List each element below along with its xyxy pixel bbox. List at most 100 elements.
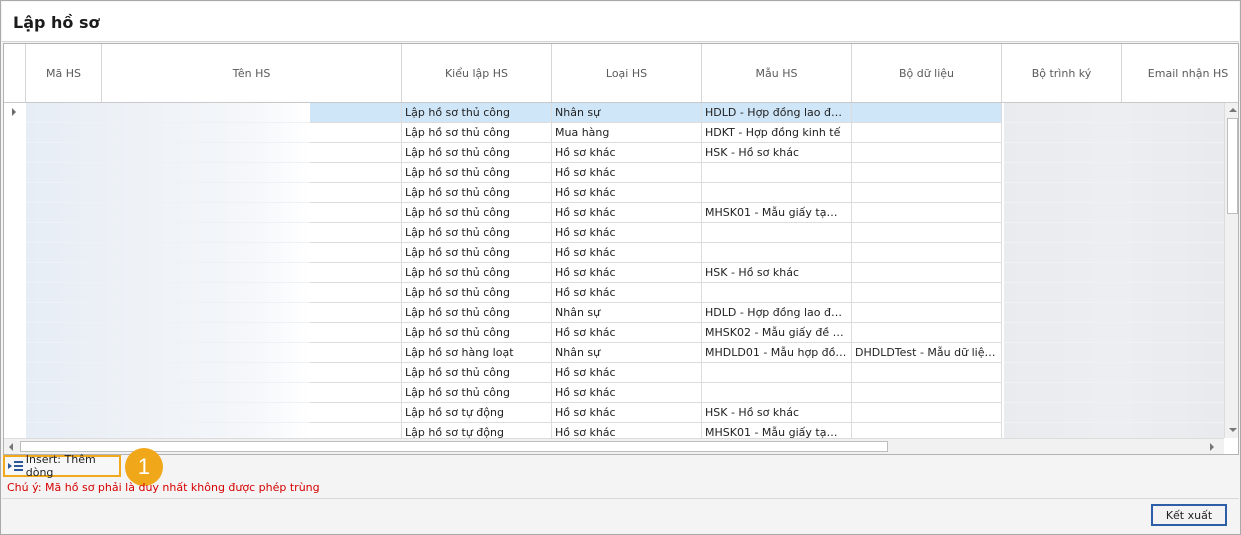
redacted-trinh-ky-email-cell[interactable] — [1004, 303, 1224, 323]
table-row[interactable]: Lập hồ sơ thủ công Hồ sơ khác HSK - Hồ sơ … — [4, 143, 1224, 163]
column-header-email-nhan-hs[interactable]: Email nhận HS — [1122, 44, 1238, 102]
row-indicator[interactable] — [4, 303, 25, 323]
redacted-trinh-ky-email-cell[interactable] — [1004, 323, 1224, 343]
row-indicator[interactable] — [4, 123, 25, 143]
redacted-ma-ten-cell[interactable] — [26, 343, 310, 363]
cell-mau[interactable] — [702, 183, 852, 203]
cell-kieu[interactable]: Lập hồ sơ thủ công — [402, 163, 552, 183]
redacted-trinh-ky-email-cell[interactable] — [1004, 203, 1224, 223]
cell-kieu[interactable]: Lập hồ sơ thủ công — [402, 203, 552, 223]
cell-kieu[interactable]: Lập hồ sơ thủ công — [402, 303, 552, 323]
cell-kieu[interactable]: Lập hồ sơ thủ công — [402, 363, 552, 383]
insert-row-button[interactable]: Insert: Thêm dòng — [3, 453, 121, 479]
table-row[interactable]: Lập hồ sơ thủ công Hồ sơ khác HSK - Hồ sơ … — [4, 263, 1224, 283]
cell-kieu[interactable]: Lập hồ sơ thủ công — [402, 263, 552, 283]
cell-loai[interactable]: Hồ sơ khác — [552, 383, 702, 403]
redacted-ma-ten-cell[interactable] — [26, 263, 310, 283]
table-row[interactable]: Lập hồ sơ thủ công Hồ sơ khác — [4, 163, 1224, 183]
ten-hs-cell[interactable] — [310, 263, 402, 283]
cell-bdl[interactable] — [852, 183, 1002, 203]
row-indicator[interactable] — [4, 103, 25, 123]
row-indicator[interactable] — [4, 163, 25, 183]
cell-mau[interactable] — [702, 243, 852, 263]
redacted-ma-ten-cell[interactable] — [26, 283, 310, 303]
cell-kieu[interactable]: Lập hồ sơ tự động — [402, 403, 552, 423]
redacted-trinh-ky-email-cell[interactable] — [1004, 103, 1224, 123]
column-header-kieu-lap-hs[interactable]: Kiểu lập HS — [402, 44, 552, 102]
cell-loai[interactable]: Hồ sơ khác — [552, 183, 702, 203]
row-indicator[interactable] — [4, 223, 25, 243]
ten-hs-cell[interactable] — [310, 383, 402, 403]
ten-hs-cell[interactable] — [310, 103, 402, 123]
cell-loai[interactable]: Hồ sơ khác — [552, 243, 702, 263]
cell-kieu[interactable]: Lập hồ sơ thủ công — [402, 143, 552, 163]
redacted-ma-ten-cell[interactable] — [26, 383, 310, 403]
redacted-ma-ten-cell[interactable] — [26, 323, 310, 343]
cell-loai[interactable]: Hồ sơ khác — [552, 203, 702, 223]
cell-bdl[interactable] — [852, 423, 1002, 438]
column-header-ma-hs[interactable]: Mã HS — [26, 44, 102, 102]
table-row[interactable]: Lập hồ sơ tự động Hồ sơ khác MHSK01 - Mẫu … — [4, 423, 1224, 438]
cell-mau[interactable]: HDLD - Hợp đồng lao động — [702, 303, 852, 323]
cell-mau[interactable]: MHSK01 - Mẫu giấy tạm ứn... — [702, 203, 852, 223]
redacted-ma-ten-cell[interactable] — [26, 243, 310, 263]
cell-mau[interactable]: HDLD - Hợp đồng lao động — [702, 103, 852, 123]
redacted-trinh-ky-email-cell[interactable] — [1004, 343, 1224, 363]
cell-kieu[interactable]: Lập hồ sơ thủ công — [402, 123, 552, 143]
redacted-ma-ten-cell[interactable] — [26, 203, 310, 223]
redacted-ma-ten-cell[interactable] — [26, 123, 310, 143]
cell-mau[interactable]: MHSK01 - Mẫu giấy tạm ứn... — [702, 423, 852, 438]
table-row[interactable]: Lập hồ sơ thủ công Hồ sơ khác — [4, 183, 1224, 203]
cell-bdl[interactable] — [852, 303, 1002, 323]
scroll-up-icon[interactable] — [1229, 108, 1237, 112]
cell-bdl[interactable] — [852, 103, 1002, 123]
column-header-mau-hs[interactable]: Mẫu HS — [702, 44, 852, 102]
redacted-trinh-ky-email-cell[interactable] — [1004, 263, 1224, 283]
vertical-scrollbar[interactable] — [1224, 103, 1238, 438]
table-row[interactable]: Lập hồ sơ tự động Hồ sơ khác HSK - Hồ sơ k… — [4, 403, 1224, 423]
table-row[interactable]: Lập hồ sơ thủ công Hồ sơ khác — [4, 243, 1224, 263]
cell-mau[interactable] — [702, 223, 852, 243]
cell-mau[interactable] — [702, 363, 852, 383]
table-row[interactable]: Lập hồ sơ thủ công Hồ sơ khác — [4, 283, 1224, 303]
cell-loai[interactable]: Hồ sơ khác — [552, 163, 702, 183]
ten-hs-cell[interactable] — [310, 343, 402, 363]
cell-loai[interactable]: Hồ sơ khác — [552, 263, 702, 283]
cell-loai[interactable]: Nhân sự — [552, 103, 702, 123]
table-row[interactable]: Lập hồ sơ thủ công Hồ sơ khác — [4, 223, 1224, 243]
cell-bdl[interactable] — [852, 203, 1002, 223]
cell-kieu[interactable]: Lập hồ sơ hàng loạt — [402, 343, 552, 363]
scroll-right-icon[interactable] — [1210, 443, 1214, 451]
table-row[interactable]: Lập hồ sơ hàng loạt Nhân sự MHDLD01 - Mẫu … — [4, 343, 1224, 363]
redacted-trinh-ky-email-cell[interactable] — [1004, 383, 1224, 403]
ten-hs-cell[interactable] — [310, 183, 402, 203]
row-indicator[interactable] — [4, 203, 25, 223]
cell-mau[interactable]: HDKT - Hợp đồng kinh tế — [702, 123, 852, 143]
ten-hs-cell[interactable] — [310, 423, 402, 438]
redacted-trinh-ky-email-cell[interactable] — [1004, 423, 1224, 438]
cell-bdl[interactable] — [852, 323, 1002, 343]
ten-hs-cell[interactable] — [310, 243, 402, 263]
cell-kieu[interactable]: Lập hồ sơ thủ công — [402, 103, 552, 123]
cell-kieu[interactable]: Lập hồ sơ thủ công — [402, 183, 552, 203]
redacted-ma-ten-cell[interactable] — [26, 423, 310, 438]
cell-kieu[interactable]: Lập hồ sơ thủ công — [402, 283, 552, 303]
redacted-ma-ten-cell[interactable] — [26, 163, 310, 183]
cell-kieu[interactable]: Lập hồ sơ tự động — [402, 423, 552, 438]
ten-hs-cell[interactable] — [310, 143, 402, 163]
ten-hs-cell[interactable] — [310, 403, 402, 423]
cell-mau[interactable]: HSK - Hồ sơ khác — [702, 143, 852, 163]
table-row[interactable]: Lập hồ sơ thủ công Hồ sơ khác MHSK02 - Mẫu… — [4, 323, 1224, 343]
redacted-ma-ten-cell[interactable] — [26, 143, 310, 163]
cell-mau[interactable]: MHSK02 - Mẫu giấy đề nghị... — [702, 323, 852, 343]
cell-kieu[interactable]: Lập hồ sơ thủ công — [402, 243, 552, 263]
cell-loai[interactable]: Nhân sự — [552, 303, 702, 323]
cell-loai[interactable]: Mua hàng — [552, 123, 702, 143]
cell-bdl[interactable] — [852, 223, 1002, 243]
ten-hs-cell[interactable] — [310, 203, 402, 223]
ten-hs-cell[interactable] — [310, 323, 402, 343]
cell-bdl[interactable] — [852, 283, 1002, 303]
cell-loai[interactable]: Hồ sơ khác — [552, 423, 702, 438]
cell-bdl[interactable]: DHDLDTest - Mẫu dữ liệu H... — [852, 343, 1002, 363]
cell-bdl[interactable] — [852, 363, 1002, 383]
